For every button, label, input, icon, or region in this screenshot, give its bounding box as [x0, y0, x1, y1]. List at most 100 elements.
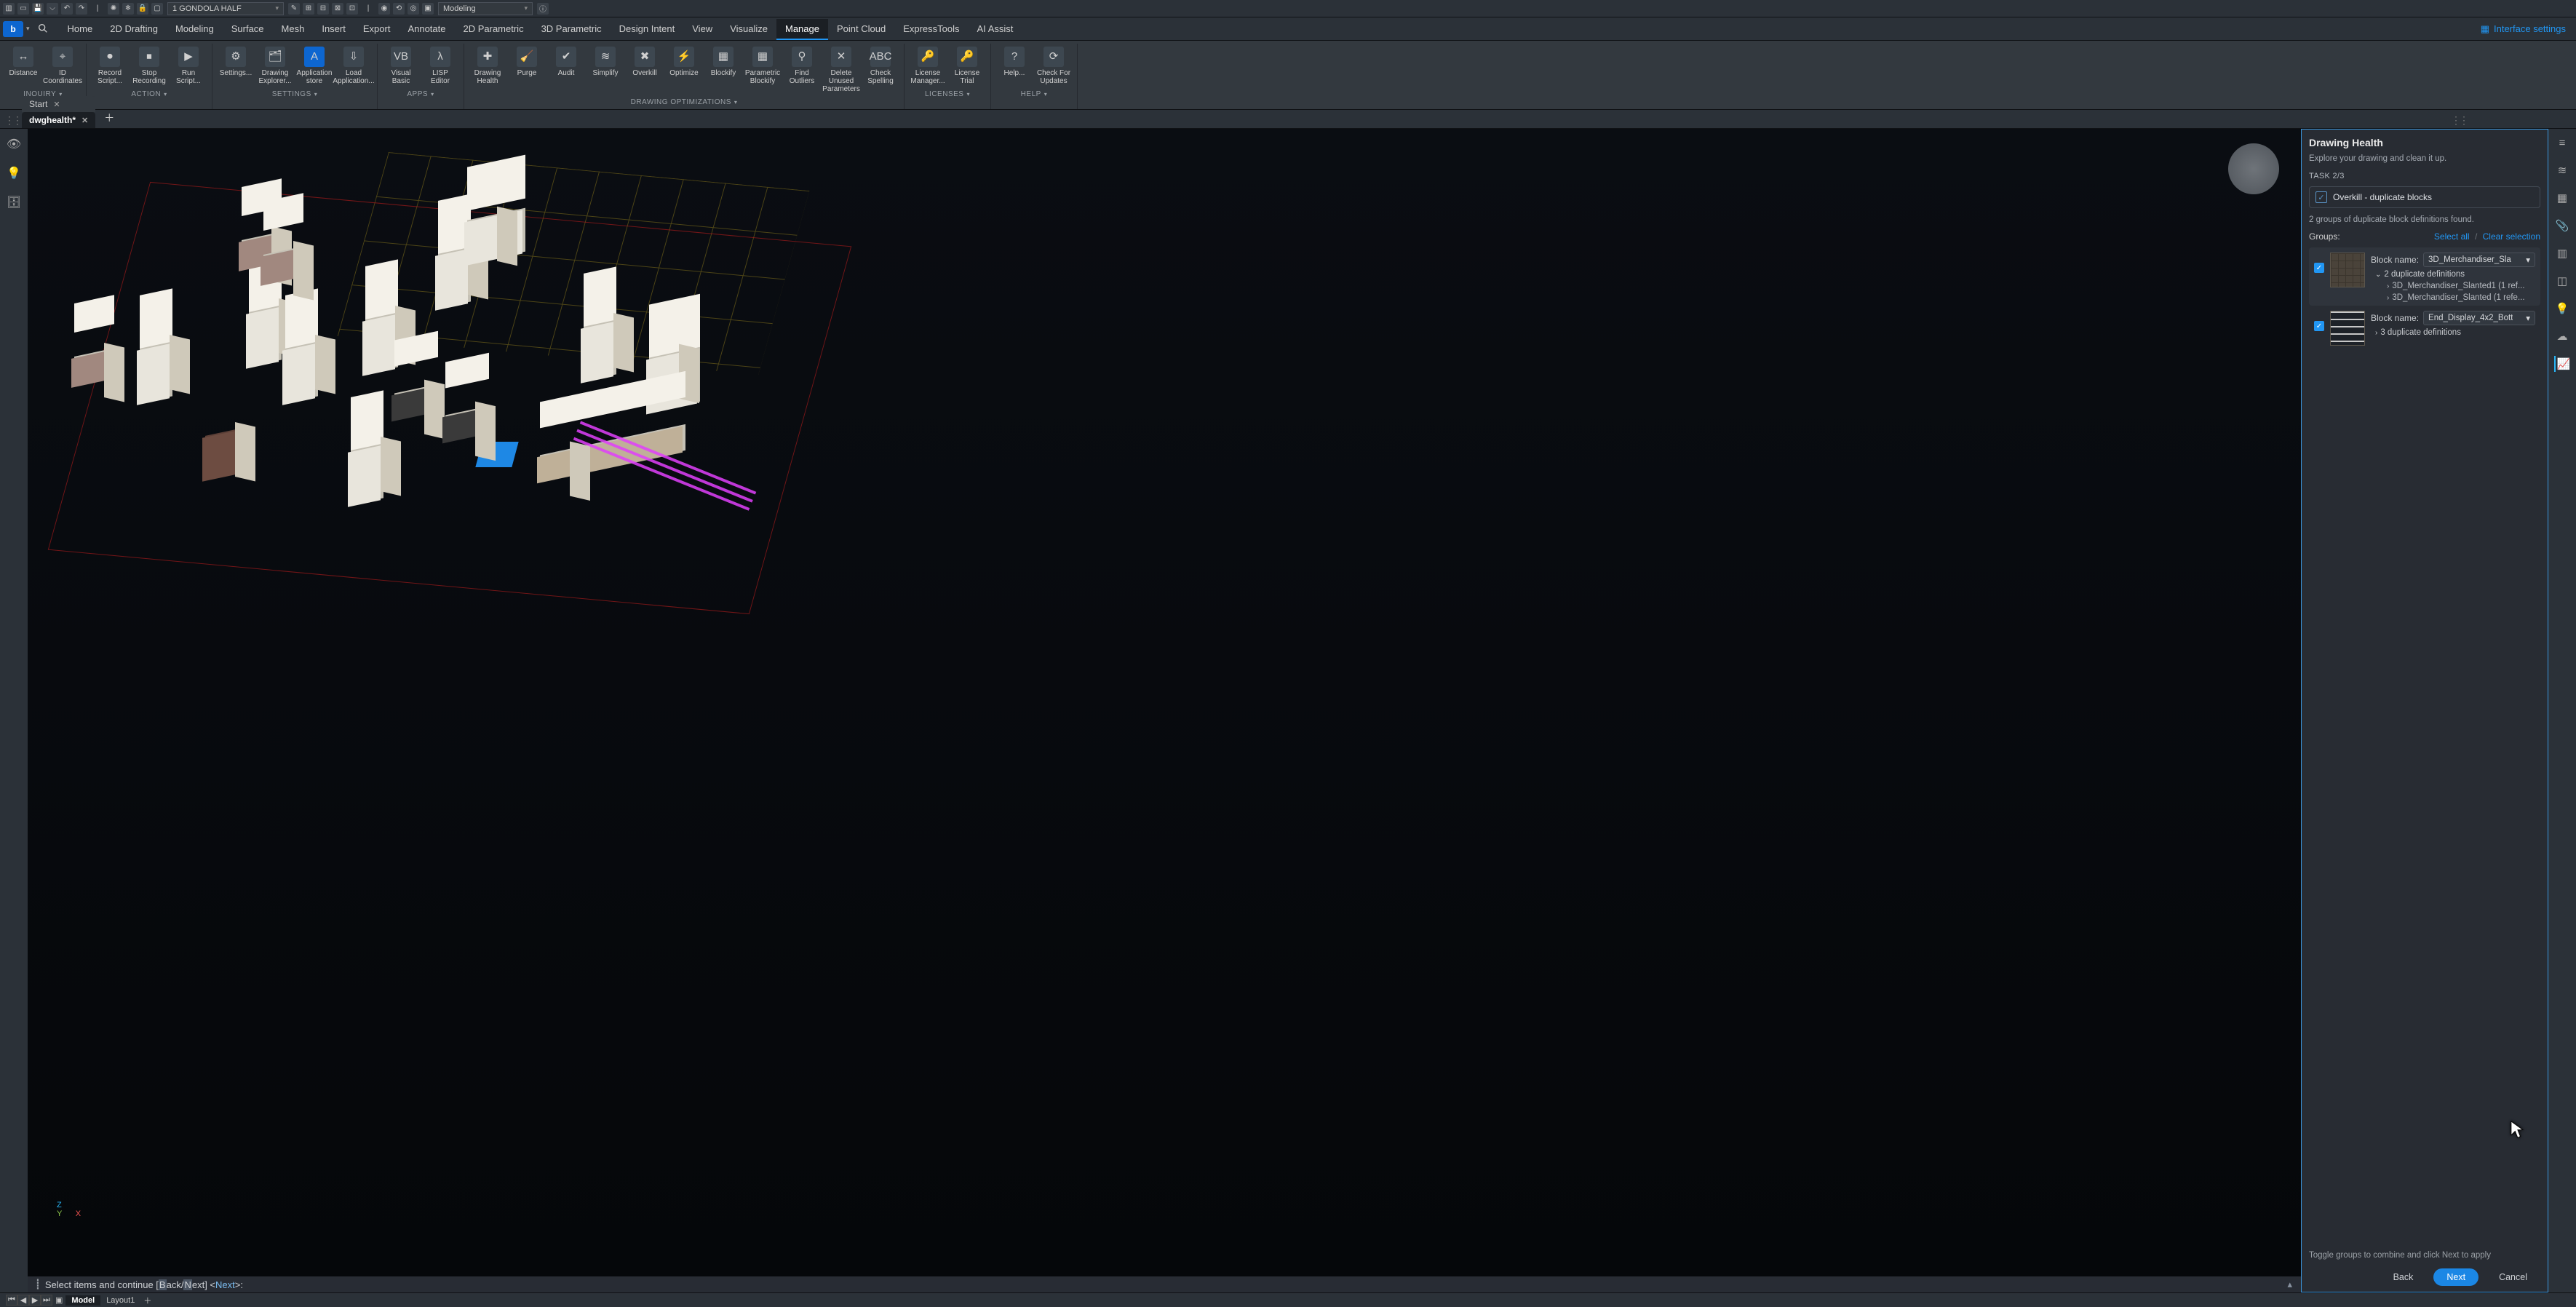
menu-ai-assist[interactable]: AI Assist [969, 19, 1022, 39]
canvas-3d[interactable]: Z Y X [28, 129, 2301, 1276]
app-logo-icon[interactable]: b [3, 21, 23, 37]
qat-print-icon[interactable]: ⌵ [47, 3, 58, 15]
shelf-unit[interactable] [246, 307, 279, 369]
panel-attach-icon[interactable]: 📎 [2554, 218, 2570, 234]
qat-undo-icon[interactable]: ↶ [61, 3, 73, 15]
cmd-history-up-icon[interactable]: ▴ [2287, 1279, 2292, 1290]
menu-manage[interactable]: Manage [776, 19, 828, 40]
ribbon-purge[interactable]: 🧹Purge [508, 45, 546, 95]
ribbon-drawing-explorer[interactable]: 🗂Drawing Explorer... [256, 45, 294, 87]
add-tab-button[interactable]: ＋ [98, 108, 120, 128]
duplicate-group[interactable]: ✓Block name:3D_Merchandiser_Sla▾⌄2 dupli… [2309, 247, 2540, 306]
menu-2d-parametric[interactable]: 2D Parametric [454, 19, 532, 39]
panel-bulb-icon[interactable]: 💡 [2554, 301, 2570, 317]
ribbon-overkill[interactable]: ✖Overkill [626, 45, 664, 95]
add-layout-icon[interactable]: ＋ [143, 1295, 151, 1306]
ribbon-panel-label[interactable]: SETTINGS ▾ [272, 88, 318, 101]
blockname-dropdown[interactable]: 3D_Merchandiser_Sla▾ [2423, 253, 2535, 267]
layout-tab-layout1[interactable]: Layout1 [100, 1295, 140, 1306]
ribbon-license-manager[interactable]: 🔑License Manager... [909, 45, 947, 87]
duplicate-child[interactable]: ›3D_Merchandiser_Slanted1 (1 ref... [2371, 282, 2535, 290]
next-button[interactable]: Next [2433, 1268, 2478, 1286]
close-tab-icon[interactable]: ✕ [53, 100, 60, 109]
menu-modeling[interactable]: Modeling [167, 19, 223, 39]
group-checkbox[interactable]: ✓ [2314, 321, 2324, 331]
clear-selection-link[interactable]: Clear selection [2483, 231, 2540, 242]
panel-settings-icon[interactable]: ≡ [2554, 135, 2570, 151]
qat-open-icon[interactable]: ▭ [17, 3, 29, 15]
nav-prev-icon[interactable]: ◀ [17, 1295, 29, 1306]
tool-e-icon[interactable]: ⊡ [346, 3, 358, 15]
panel-layers-icon[interactable]: ≋ [2554, 162, 2570, 178]
ribbon-distance[interactable]: ↔Distance [4, 45, 42, 87]
ribbon-blockify[interactable]: ▦Blockify [704, 45, 742, 95]
nav-next-icon[interactable]: ▶ [29, 1295, 41, 1306]
duplicate-count-row[interactable]: ⌄2 duplicate definitions [2371, 270, 2535, 279]
shelf-unit[interactable] [137, 343, 170, 405]
search-icon[interactable] [37, 23, 50, 36]
close-tab-icon[interactable]: ✕ [82, 116, 88, 125]
menu-design-intent[interactable]: Design Intent [611, 19, 684, 39]
cmd-opt-next[interactable]: ext [192, 1279, 204, 1290]
nav-first-icon[interactable]: ⏮ [6, 1295, 17, 1306]
ribbon-panel-label[interactable]: APPS ▾ [407, 88, 434, 101]
tool-a-icon[interactable]: ✎ [288, 3, 300, 15]
layer-sun-icon[interactable]: ✺ [108, 3, 119, 15]
menu-surface[interactable]: Surface [223, 19, 273, 39]
menu-visualize[interactable]: Visualize [721, 19, 776, 39]
shelf-unit[interactable] [646, 349, 697, 415]
ribbon-find-outliers[interactable]: ⚲Find Outliers [783, 45, 821, 95]
ribbon-load-application[interactable]: ⇩Load Application... [335, 45, 373, 87]
drag-handle-right-icon[interactable]: ⋮⋮ [2451, 114, 2467, 127]
panel-health-icon[interactable]: 📈 [2554, 356, 2570, 372]
menu-export[interactable]: Export [354, 19, 399, 39]
ribbon-check-for-updates[interactable]: ⟳Check For Updates [1035, 45, 1073, 87]
ribbon-id-coordinates[interactable]: ⌖ID Coordinates [44, 45, 82, 87]
ribbon-record-script[interactable]: ⏺Record Script... [91, 45, 129, 87]
task-item[interactable]: ✓ Overkill - duplicate blocks [2309, 186, 2540, 208]
shelf-unit[interactable] [282, 343, 315, 405]
ribbon-settings[interactable]: ⚙Settings... [217, 45, 255, 87]
duplicate-count-row[interactable]: ›3 duplicate definitions [2371, 328, 2535, 337]
tool-d-icon[interactable]: ⊠ [332, 3, 343, 15]
ribbon-run-script[interactable]: ▶Run Script... [170, 45, 207, 87]
layer-print-icon[interactable]: ▢ [151, 3, 163, 15]
layout-tab-model[interactable]: Model [65, 1295, 100, 1306]
back-button[interactable]: Back [2380, 1268, 2427, 1286]
panel-grid-icon[interactable]: ▦ [2554, 190, 2570, 206]
ribbon-lisp-editor[interactable]: λLISP Editor [421, 45, 459, 87]
layer-dropdown[interactable]: 1 GONDOLA HALF ▾ [167, 2, 284, 15]
view-cube-icon[interactable]: ◉ [378, 3, 390, 15]
app-menu-chevron-icon[interactable]: ▾ [26, 25, 30, 33]
duplicate-group[interactable]: ✓Block name:End_Display_4x2_Bott▾›3 dupl… [2309, 306, 2540, 349]
select-all-link[interactable]: Select all [2434, 231, 2470, 242]
ribbon-application-store[interactable]: AApplication store [295, 45, 333, 87]
qat-save-icon[interactable]: 💾 [32, 3, 44, 15]
ribbon-license-trial[interactable]: 🔑License Trial [948, 45, 986, 87]
view-rot-icon[interactable]: ⟲ [393, 3, 405, 15]
tool-b-icon[interactable]: ⊞ [303, 3, 314, 15]
group-checkbox[interactable]: ✓ [2314, 263, 2324, 273]
shelf-unit[interactable] [362, 314, 395, 376]
cancel-button[interactable]: Cancel [2486, 1268, 2540, 1286]
ribbon-panel-label[interactable]: LICENSES ▾ [925, 88, 970, 101]
cmd-opt-back[interactable]: ack [167, 1279, 181, 1290]
help-icon[interactable]: ⓘ [537, 3, 549, 15]
doc-tab-start[interactable]: Start✕ [22, 96, 95, 112]
ribbon-visual-basic[interactable]: VBVisual Basic [382, 45, 420, 87]
menu-expresstools[interactable]: ExpressTools [894, 19, 968, 39]
ribbon-delete-unused-parameters[interactable]: ✕Delete Unused Parameters [822, 45, 860, 95]
menu-annotate[interactable]: Annotate [399, 19, 454, 39]
panel-cloud-icon[interactable]: ☁ [2554, 328, 2570, 344]
ribbon-panel-label[interactable]: HELP ▾ [1021, 88, 1048, 101]
menu-home[interactable]: Home [59, 19, 102, 39]
menu-point-cloud[interactable]: Point Cloud [828, 19, 894, 39]
menu-view[interactable]: View [683, 19, 721, 39]
ribbon-simplify[interactable]: ≋Simplify [587, 45, 624, 95]
layout-icon[interactable]: ▣ [55, 1295, 63, 1305]
view-orbit-icon[interactable]: ◎ [408, 3, 419, 15]
nav-last-icon[interactable]: ⏭ [41, 1295, 52, 1306]
ribbon-help[interactable]: ?Help... [995, 45, 1033, 87]
lightbulb-icon[interactable]: 💡 [6, 165, 22, 181]
view-box-icon[interactable]: ▣ [422, 3, 434, 15]
